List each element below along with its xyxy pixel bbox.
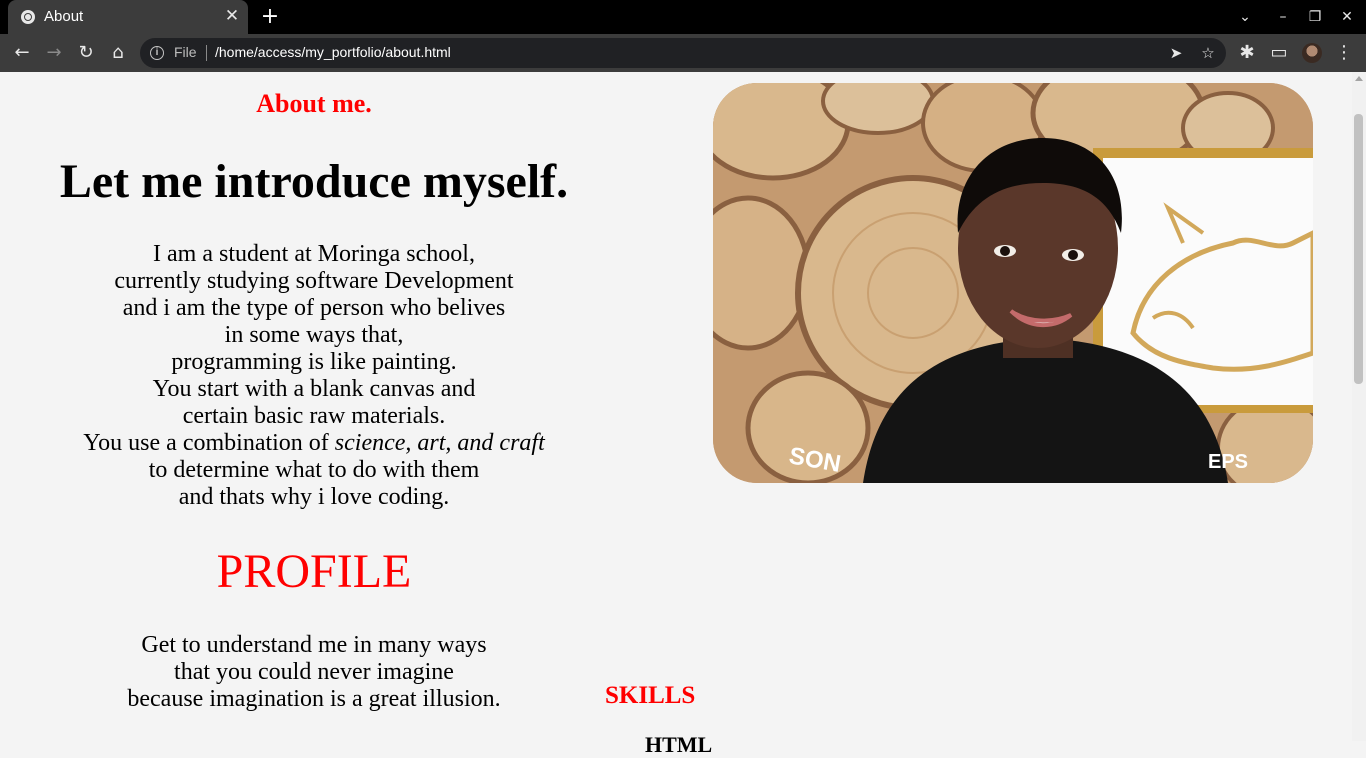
minimize-icon[interactable]: –: [1273, 7, 1293, 27]
bio-line: currently studying software Development: [114, 268, 514, 294]
divider: [206, 45, 207, 61]
star-icon[interactable]: ☆: [1198, 43, 1218, 63]
bio-line: and i am the type of person who belives: [122, 295, 506, 321]
file-label: File: [174, 44, 197, 60]
profile-heading: PROFILE: [216, 545, 412, 598]
svg-text:EPS: EPS: [1208, 451, 1248, 473]
restore-icon[interactable]: ❐: [1305, 7, 1325, 27]
skills-heading: SKILLS: [605, 682, 696, 709]
bio-line: I am a student at Moringa school,: [153, 241, 475, 267]
address-bar[interactable]: i File /home/access/my_portfolio/about.h…: [140, 38, 1226, 68]
bio-line: to determine what to do with them: [148, 457, 480, 483]
profile-photo: SON EPS: [713, 83, 1313, 483]
bio-combo-prefix: You use a combination of: [83, 430, 335, 456]
reload-icon[interactable]: ↻: [75, 42, 97, 64]
browser-toolbar: ← → ↻ ⌂ i File /home/access/my_portfolio…: [0, 34, 1366, 72]
plus-icon[interactable]: +: [258, 5, 282, 29]
back-icon[interactable]: ←: [11, 42, 33, 64]
tab-title: About: [44, 8, 84, 25]
tab-about[interactable]: About ✕: [8, 0, 248, 34]
tab-strip: About ✕ + ⌄ – ❐ ✕: [0, 0, 1366, 34]
close-icon[interactable]: ✕: [222, 6, 242, 26]
close-window-icon[interactable]: ✕: [1337, 7, 1357, 27]
skills-item: HTML: [645, 732, 713, 757]
bio-line-combo: You use a combination of science, art, a…: [0, 430, 628, 457]
more-icon[interactable]: ⋮: [1333, 42, 1355, 64]
profile-photo-illustration: SON EPS: [713, 83, 1313, 483]
info-icon[interactable]: i: [150, 46, 164, 60]
bio-line: You start with a blank canvas and: [152, 376, 476, 402]
globe-icon: [21, 10, 35, 24]
send-icon[interactable]: ➤: [1166, 43, 1186, 63]
profile-paragraph: Get to understand me in many ways that y…: [0, 632, 628, 713]
bio-line: and thats why i love coding.: [178, 484, 450, 510]
page-content: About me. Let me introduce myself. I am …: [0, 72, 1352, 757]
profile-line: that you could never imagine: [174, 659, 454, 685]
page-scrollbar[interactable]: [1352, 72, 1366, 741]
page-title: Let me introduce myself.: [59, 155, 569, 208]
about-label: About me.: [256, 89, 372, 118]
profile-line: because imagination is a great illusion.: [127, 686, 501, 712]
bio-paragraph: I am a student at Moringa school, curren…: [0, 241, 628, 511]
home-icon[interactable]: ⌂: [107, 42, 129, 64]
profile-line: Get to understand me in many ways: [141, 632, 487, 658]
puzzle-icon[interactable]: ✱: [1236, 42, 1258, 64]
bio-line: programming is like painting.: [171, 349, 457, 375]
bio-line: certain basic raw materials.: [182, 403, 446, 429]
chevron-down-icon[interactable]: ⌄: [1235, 7, 1255, 27]
scroll-up-arrow-icon[interactable]: [1355, 76, 1363, 81]
url-text[interactable]: /home/access/my_portfolio/about.html: [215, 44, 451, 60]
forward-icon[interactable]: →: [43, 42, 65, 64]
cast-icon[interactable]: ▭: [1268, 42, 1290, 64]
bio-line: in some ways that,: [224, 322, 404, 348]
scrollbar-thumb[interactable]: [1354, 114, 1363, 384]
bio-emphasis: science, art, and craft: [334, 430, 545, 456]
avatar[interactable]: [1302, 43, 1322, 63]
